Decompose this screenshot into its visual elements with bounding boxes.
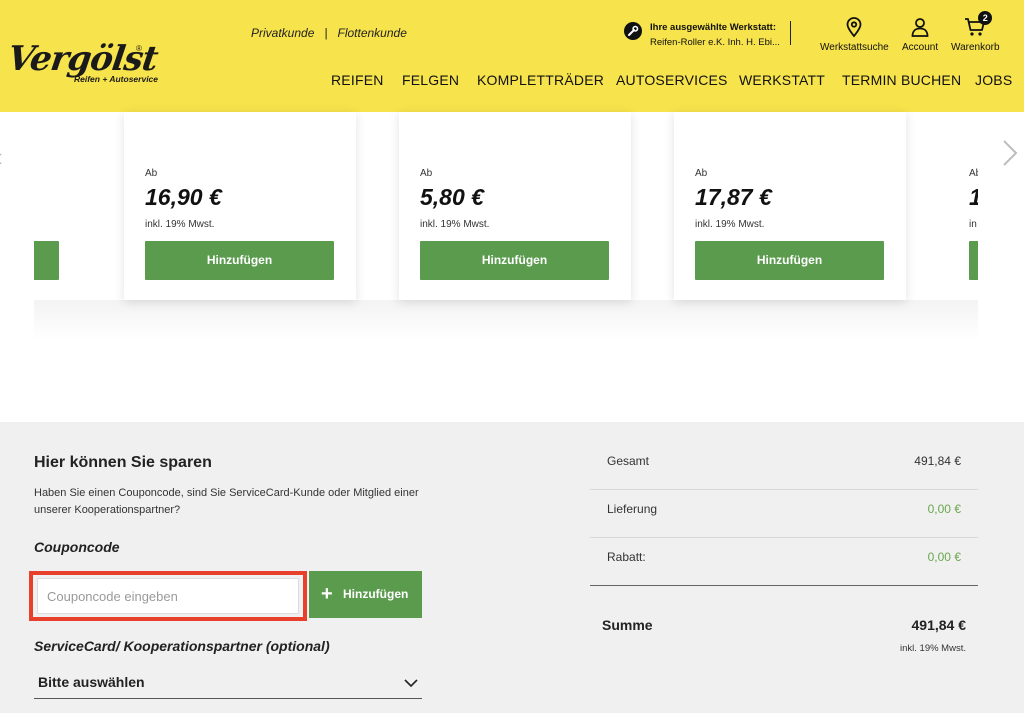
carousel-prev-arrow-icon[interactable]: ‹ [0, 142, 3, 173]
sum-value: 491,84 € [911, 617, 967, 633]
add-to-cart-button[interactable]: Hinzufügen [695, 241, 884, 280]
cart-icon: 2 [964, 11, 993, 38]
price-prefix: Ab [145, 168, 158, 179]
private-customer-link[interactable]: Privatkunde [251, 26, 314, 40]
coupon-input[interactable] [37, 578, 299, 614]
nav-felgen[interactable]: FELGEN [402, 72, 459, 88]
nav-reifen[interactable]: REIFEN [331, 72, 384, 88]
total-row-gesamt: Gesamt 491,84 € [590, 442, 978, 490]
add-to-cart-button[interactable] [34, 241, 59, 280]
total-value: 491,84 € [914, 454, 961, 468]
customer-type-separator: | [324, 26, 328, 40]
discount-value: 0,00 € [927, 550, 961, 564]
workshop-name: Reifen-Roller e.K. Inh. H. Ebi... [650, 37, 780, 48]
delivery-value: 0,00 € [927, 502, 961, 516]
wrench-icon [624, 22, 642, 40]
add-coupon-label: Hinzufügen [343, 587, 409, 601]
nav-komplettraeder[interactable]: KOMPLETTRÄDER [477, 72, 604, 88]
nav-autoservices[interactable]: AUTOSERVICES [616, 72, 728, 88]
customer-type-switch: Privatkunde | Flottenkunde [251, 26, 407, 40]
fleet-customer-link[interactable]: Flottenkunde [338, 26, 407, 40]
workshop-search-label: Werkstattsuche [820, 42, 889, 53]
nav-termin-buchen[interactable]: TERMIN BUCHEN [842, 72, 961, 88]
sum-label: Summe [602, 617, 653, 633]
price-prefix: Ab [420, 168, 433, 179]
carousel-shadow [34, 300, 978, 340]
product-card: Ab 16,90 € inkl. 19% Mwst. Hinzufügen [124, 112, 356, 300]
logo-registered-mark: ® [136, 44, 142, 53]
product-price: 16,90 € [145, 184, 222, 210]
partner-select-value: Bitte auswählen [38, 674, 145, 690]
workshop-title: Ihre ausgewählte Werkstatt: [650, 22, 777, 33]
product-card: Ab 5,80 € inkl. 19% Mwst. Hinzufügen [399, 112, 631, 300]
product-card: Ab 17,87 € inkl. 19% Mwst. Hinzufügen [674, 112, 906, 300]
nav-jobs[interactable]: JOBS [975, 72, 1012, 88]
price-prefix: Ab [695, 168, 708, 179]
price-tax-note: inkl. 19% Mwst. [695, 219, 765, 230]
total-row-rabatt: Rabatt: 0,00 € [590, 538, 978, 586]
product-card-partial-left [34, 112, 81, 300]
sum-tax-note: inkl. 19% Mwst. [900, 643, 966, 654]
cart-label: Warenkorb [951, 42, 1000, 53]
price-tax-note: inkl. 19% Mwst. [420, 219, 490, 230]
add-to-cart-button[interactable]: Hinzufügen [420, 241, 609, 280]
total-label: Gesamt [607, 454, 650, 468]
add-to-cart-button[interactable] [969, 241, 978, 280]
product-card-partial-right: Ab 1 in [948, 112, 978, 300]
workshop-search-button[interactable]: Werkstattsuche [820, 16, 889, 53]
price-tax-note: in [969, 219, 977, 230]
servicecard-label: ServiceCard/ Kooperationspartner (option… [34, 638, 330, 654]
total-row-lieferung: Lieferung 0,00 € [590, 490, 978, 538]
plus-icon: + [321, 583, 333, 605]
product-price: 1 [969, 184, 978, 211]
main-navigation: REIFEN FELGEN KOMPLETTRÄDER AUTOSERVICES… [0, 72, 1024, 92]
nav-werkstatt[interactable]: WERKSTATT [739, 72, 825, 88]
add-coupon-button[interactable]: + Hinzufügen [309, 571, 422, 618]
product-price: 5,80 € [420, 184, 484, 210]
savings-title: Hier können Sie sparen [34, 454, 212, 471]
product-carousel: ‹ Ab 16,90 € inkl. 19% Mwst. Hinzufügen … [0, 112, 1024, 342]
delivery-label: Lieferung [607, 502, 658, 516]
header-divider [790, 21, 791, 45]
discount-label: Rabatt: [607, 550, 646, 564]
location-pin-icon [843, 16, 865, 38]
account-label: Account [902, 42, 939, 53]
selected-workshop[interactable]: Ihre ausgewählte Werkstatt: Reifen-Rolle… [624, 20, 792, 48]
account-button[interactable]: Account [902, 16, 938, 53]
cart-button[interactable]: 2 Warenkorb [951, 11, 1000, 53]
site-header: Vergölst ® Reifen + Autoservice Privatku… [0, 0, 1024, 112]
carousel-next-arrow-icon[interactable] [1000, 138, 1020, 173]
cart-count-badge: 2 [978, 11, 993, 25]
add-to-cart-button[interactable]: Hinzufügen [145, 241, 334, 280]
product-price: 17,87 € [695, 184, 772, 210]
partner-select[interactable]: Bitte auswählen [34, 666, 422, 699]
chevron-down-icon [404, 675, 418, 693]
order-totals: Gesamt 491,84 € Lieferung 0,00 € Rabatt:… [590, 442, 978, 654]
savings-section: Hier können Sie sparen Haben Sie einen C… [0, 422, 1024, 713]
coupon-label: Couponcode [34, 539, 120, 555]
user-icon [909, 16, 931, 38]
savings-description: Haben Sie einen Couponcode, sind Sie Ser… [34, 487, 419, 516]
price-tax-note: inkl. 19% Mwst. [145, 219, 215, 230]
price-prefix: Ab [969, 168, 978, 179]
